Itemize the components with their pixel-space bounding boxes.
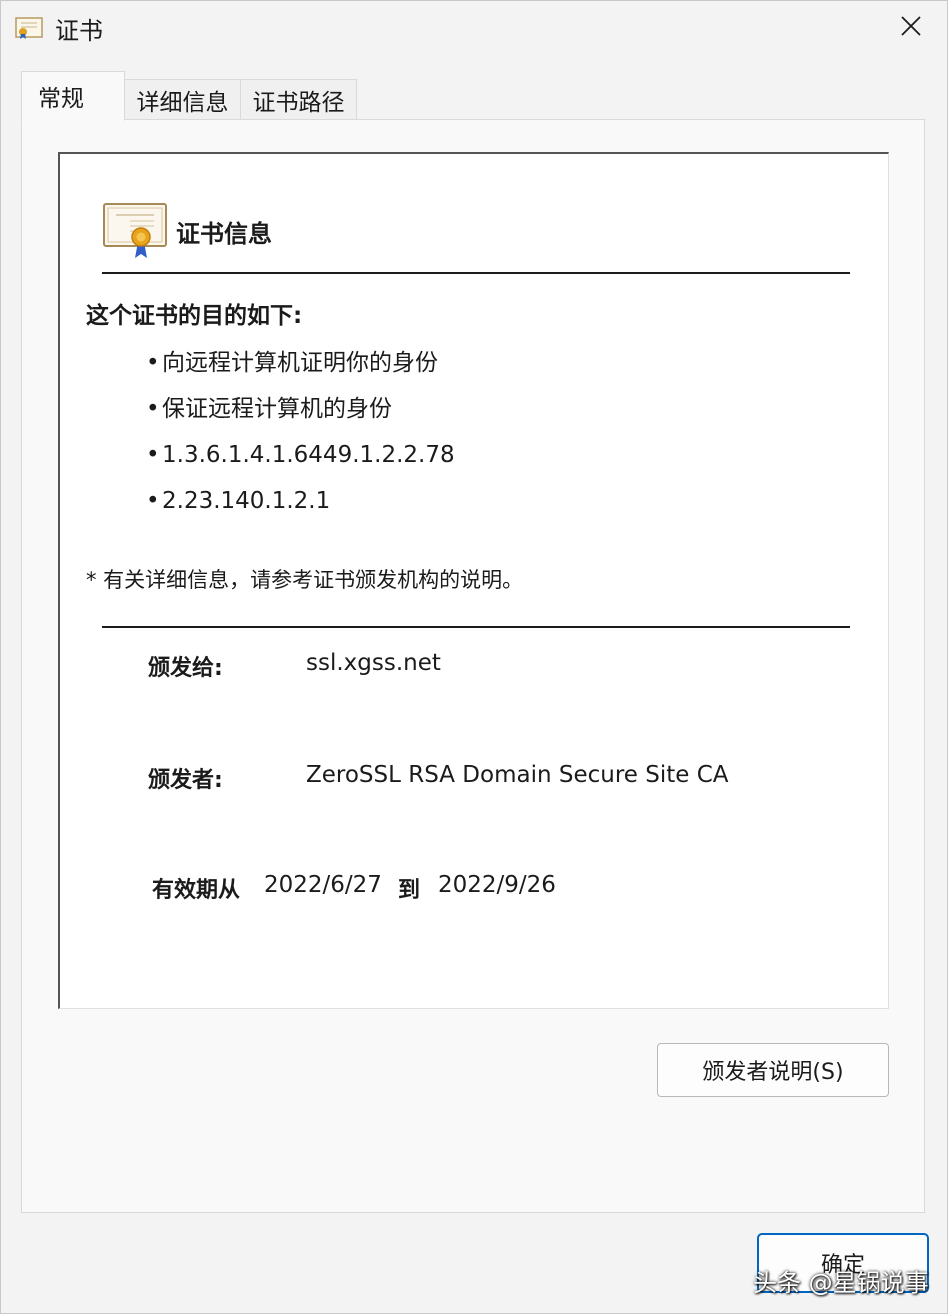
valid-to-label: 到 [398,878,421,903]
window-title: 证书 [55,17,103,45]
tab-label: 证书路径 [252,89,345,116]
list-item: • 向远程计算机证明你的身份 [146,350,438,376]
certificate-info-box: 证书信息 这个证书的目的如下: • 向远程计算机证明你的身份 • 保证远程计算机的身… [58,152,889,1009]
certificate-info-header: 证书信息 [176,220,272,248]
tab-details[interactable]: 详细信息 [124,79,241,119]
tab-label: 常规 [38,86,84,112]
list-item: • 1.3.6.1.4.1.6449.1.2.2.78 [146,442,455,468]
tab-general[interactable]: 常规 [21,71,125,121]
valid-from-value: 2022/6/27 [264,872,382,898]
certificate-icon [15,16,43,40]
issued-to-value: ssl.xgss.net [306,650,441,676]
tab-strip: 常规 详细信息 证书路径 [21,71,361,121]
certificate-icon [102,202,168,260]
close-button[interactable] [891,11,931,45]
certificate-dialog: 证书 常规 详细信息 证书路径 证书信息 这个证书的目的如下: • 向远程计算机… [0,0,948,1314]
close-icon [900,15,922,41]
valid-to-value: 2022/9/26 [438,872,556,898]
divider [102,626,850,628]
purpose-title: 这个证书的目的如下: [86,303,303,329]
title-bar: 证书 [1,1,947,53]
watermark: 头条 @星锅说事 [753,1269,929,1297]
issued-by-value: ZeroSSL RSA Domain Secure Site CA [306,762,729,788]
tab-certification-path[interactable]: 证书路径 [240,79,357,119]
issued-to-label: 颁发给: [148,656,223,681]
issuer-statement-button[interactable]: 颁发者说明(S) [657,1043,889,1097]
issued-by-label: 颁发者: [148,768,223,793]
list-item: • 2.23.140.1.2.1 [146,488,331,514]
list-item: • 保证远程计算机的身份 [146,396,392,422]
valid-from-label: 有效期从 [152,878,241,903]
tab-label: 详细信息 [136,89,229,116]
divider [102,272,850,274]
issuer-note: * 有关详细信息，请参考证书颁发机构的说明。 [86,568,524,592]
button-label: 颁发者说明(S) [702,1060,844,1085]
purpose-list: • 向远程计算机证明你的身份 • 保证远程计算机的身份 • 1.3.6.1.4.1.6… [146,340,455,524]
